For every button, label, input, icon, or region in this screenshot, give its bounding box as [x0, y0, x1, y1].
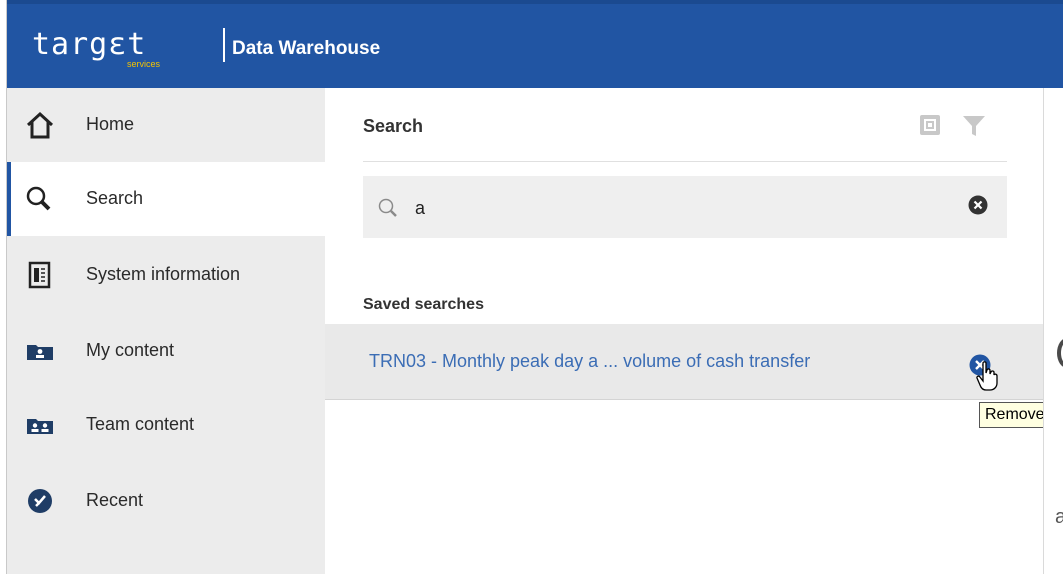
- team-content-folder-icon: [25, 410, 55, 440]
- my-content-folder-icon: [25, 336, 55, 366]
- clear-search-button[interactable]: [967, 194, 989, 216]
- app-header: targɛt services Data Warehouse: [7, 0, 1063, 88]
- saved-searches-heading: Saved searches: [363, 296, 484, 313]
- home-icon: [25, 110, 55, 140]
- search-icon: [25, 184, 55, 214]
- logo-subtext: services: [127, 59, 161, 69]
- sidebar-item-system-information[interactable]: System information: [7, 238, 325, 312]
- remove-tooltip: Remove: [979, 402, 1051, 428]
- list-item[interactable]: TRN03 - Monthly peak day a ... volume of…: [325, 324, 1043, 400]
- sidebar-item-label: My content: [86, 340, 175, 360]
- recent-icon: [25, 486, 55, 516]
- logo-separator: [223, 28, 225, 62]
- sidebar-item-search[interactable]: Search: [7, 162, 325, 236]
- sidebar-item-team-content[interactable]: Team content: [7, 388, 325, 462]
- pin-panel-button[interactable]: [918, 113, 942, 137]
- app-window: targɛt services Data Warehouse Home Sear…: [0, 0, 1063, 574]
- sidebar-item-label: System information: [86, 264, 241, 284]
- partial-text: a: [1055, 506, 1063, 528]
- saved-search-link[interactable]: TRN03 - Monthly peak day a ... volume of…: [369, 351, 810, 372]
- sidebar-item-label: Team content: [86, 414, 195, 434]
- panel-actions: [918, 112, 1008, 142]
- search-icon: [376, 196, 400, 220]
- sidebar-item-label: Home: [86, 114, 135, 134]
- partial-icon: [1057, 338, 1063, 368]
- page-title: Search: [363, 116, 424, 136]
- right-panel-partial: a: [1043, 88, 1063, 574]
- search-panel: Search Saved searches TRN03 - Monthly pe…: [325, 88, 1043, 574]
- sidebar-item-label: Search: [86, 188, 144, 208]
- search-box: [363, 176, 1007, 238]
- divider: [363, 161, 1007, 162]
- app-title: Data Warehouse: [232, 38, 381, 59]
- sidebar-item-home[interactable]: Home: [7, 88, 325, 162]
- system-info-icon: [25, 260, 55, 290]
- filter-icon[interactable]: [961, 114, 987, 138]
- sidebar-item-recent[interactable]: Recent: [7, 464, 325, 538]
- search-input[interactable]: [415, 194, 955, 222]
- sidebar-nav: Home Search System information My conten…: [7, 88, 325, 574]
- hand-cursor-icon: [976, 361, 998, 391]
- sidebar-item-label: Recent: [86, 490, 144, 510]
- window-left-edge: [0, 0, 7, 574]
- divider: [1043, 88, 1044, 574]
- sidebar-item-my-content[interactable]: My content: [7, 314, 325, 388]
